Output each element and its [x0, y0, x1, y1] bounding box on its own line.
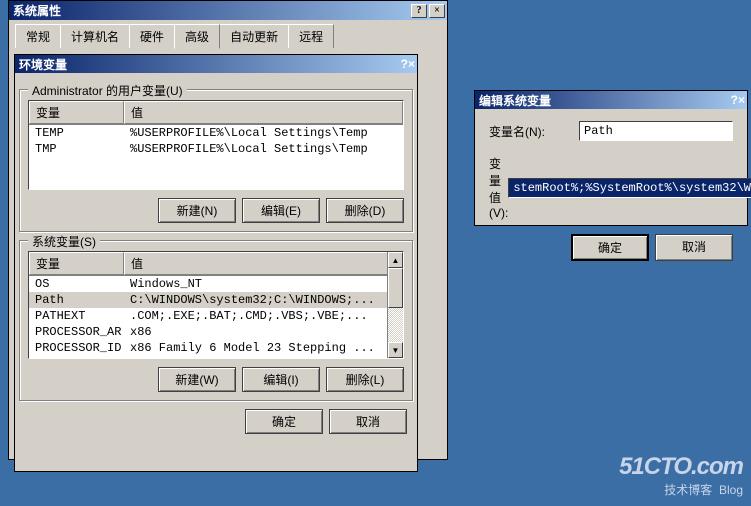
col-variable[interactable]: 变量: [29, 101, 124, 124]
close-button[interactable]: ×: [408, 57, 415, 71]
new-sys-var-button[interactable]: 新建(W): [158, 367, 236, 392]
scroll-up-icon[interactable]: ▲: [388, 252, 403, 268]
user-vars-list[interactable]: 变量 值 TEMP %USERPROFILE%\Local Settings\T…: [28, 100, 404, 190]
user-vars-legend: Administrator 的用户变量(U): [28, 82, 187, 99]
edit-sys-var-dialog: 编辑系统变量 ? × 变量名(N): Path 变量值(V): stemRoot…: [474, 90, 748, 226]
env-title: 环境变量: [19, 56, 401, 73]
tab-computername[interactable]: 计算机名: [60, 24, 130, 48]
help-button[interactable]: ?: [401, 57, 408, 71]
sysprops-titlebar: 系统属性 ? ×: [9, 1, 447, 20]
edit-titlebar: 编辑系统变量 ? ×: [475, 91, 747, 109]
close-button[interactable]: ×: [738, 93, 745, 107]
var-name-label: 变量名(N):: [489, 123, 579, 140]
sys-vars-group: 系统变量(S) 变量 值 OSWindows_NT PathC:\WINDOWS…: [19, 240, 413, 401]
list-item[interactable]: PROCESSOR_ID...x86 Family 6 Model 23 Ste…: [29, 340, 403, 356]
new-user-var-button[interactable]: 新建(N): [158, 198, 236, 223]
list-item[interactable]: PROCESSOR_LEVEL6: [29, 356, 403, 359]
list-item[interactable]: TMP %USERPROFILE%\Local Settings\Temp: [29, 141, 403, 157]
delete-sys-var-button[interactable]: 删除(L): [326, 367, 404, 392]
edit-cancel-button[interactable]: 取消: [655, 234, 733, 261]
delete-user-var-button[interactable]: 删除(D): [326, 198, 404, 223]
tab-advanced[interactable]: 高级: [174, 24, 220, 49]
watermark: 51CTO.com 技术博客 Blog: [619, 453, 743, 498]
col-variable[interactable]: 变量: [29, 252, 124, 275]
close-button[interactable]: ×: [429, 4, 445, 18]
tab-general[interactable]: 常规: [15, 24, 61, 48]
scrollbar[interactable]: ▲ ▼: [387, 252, 403, 358]
sys-vars-legend: 系统变量(S): [28, 233, 100, 250]
var-name-input[interactable]: Path: [579, 121, 733, 141]
list-item[interactable]: PROCESSOR_AR...x86: [29, 324, 403, 340]
var-value-label: 变量值(V):: [489, 155, 508, 220]
edit-sys-var-button[interactable]: 编辑(I): [242, 367, 320, 392]
list-header: 变量 值: [29, 101, 403, 125]
user-vars-group: Administrator 的用户变量(U) 变量 值 TEMP %USERPR…: [19, 89, 413, 232]
col-value[interactable]: 值: [124, 101, 403, 124]
var-value-input[interactable]: stemRoot%;%SystemRoot%\system32\WBEM: [508, 178, 751, 198]
env-titlebar: 环境变量 ? ×: [15, 55, 417, 73]
list-item[interactable]: TEMP %USERPROFILE%\Local Settings\Temp: [29, 125, 403, 141]
env-cancel-button[interactable]: 取消: [329, 409, 407, 434]
env-ok-button[interactable]: 确定: [245, 409, 323, 434]
env-vars-dialog: 环境变量 ? × Administrator 的用户变量(U) 变量 值 TEM…: [14, 54, 418, 472]
edit-ok-button[interactable]: 确定: [571, 234, 649, 261]
tab-autoupdate[interactable]: 自动更新: [219, 24, 289, 48]
tab-remote[interactable]: 远程: [288, 24, 334, 48]
list-item[interactable]: OSWindows_NT: [29, 276, 403, 292]
sysprops-title: 系统属性: [13, 2, 409, 19]
list-item[interactable]: PathC:\WINDOWS\system32;C:\WINDOWS;...: [29, 292, 403, 308]
sys-vars-list[interactable]: 变量 值 OSWindows_NT PathC:\WINDOWS\system3…: [28, 251, 404, 359]
help-button[interactable]: ?: [411, 4, 427, 18]
col-value[interactable]: 值: [124, 252, 403, 275]
sysprops-tabs: 常规 计算机名 硬件 高级 自动更新 远程: [9, 20, 447, 48]
edit-title: 编辑系统变量: [479, 92, 731, 109]
list-item[interactable]: PATHEXT.COM;.EXE;.BAT;.CMD;.VBS;.VBE;...: [29, 308, 403, 324]
watermark-logo: 51CTO.com: [619, 453, 743, 481]
scroll-down-icon[interactable]: ▼: [388, 342, 403, 358]
edit-user-var-button[interactable]: 编辑(E): [242, 198, 320, 223]
help-button[interactable]: ?: [731, 93, 738, 107]
tab-hardware[interactable]: 硬件: [129, 24, 175, 48]
list-header: 变量 值: [29, 252, 403, 276]
